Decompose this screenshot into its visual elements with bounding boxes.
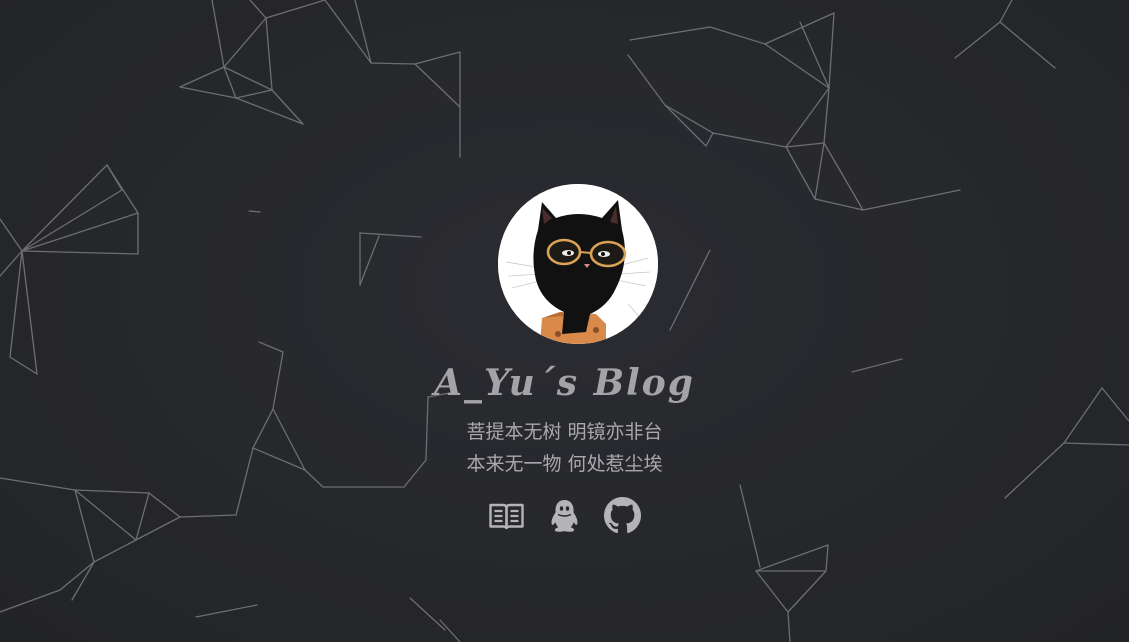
motto-line-1: 菩提本无树 明镜亦非台 [466,421,663,443]
social-links [0,497,1129,534]
motto-line-2: 本来无一物 何处惹尘埃 [466,453,663,475]
blog-link-button[interactable] [488,497,525,534]
qq-link-button[interactable] [546,497,583,534]
page-background: A_Yu´s Blog 菩提本无树 明镜亦非台 本来无一物 何处惹尘埃 [0,0,1129,642]
github-icon [604,497,641,534]
qq-icon [551,500,578,532]
book-icon [489,503,524,530]
blog-title: A_Yu´s Blog [434,362,695,404]
black-cat-avatar-icon [498,184,658,344]
avatar[interactable] [498,184,658,344]
github-link-button[interactable] [604,497,641,534]
